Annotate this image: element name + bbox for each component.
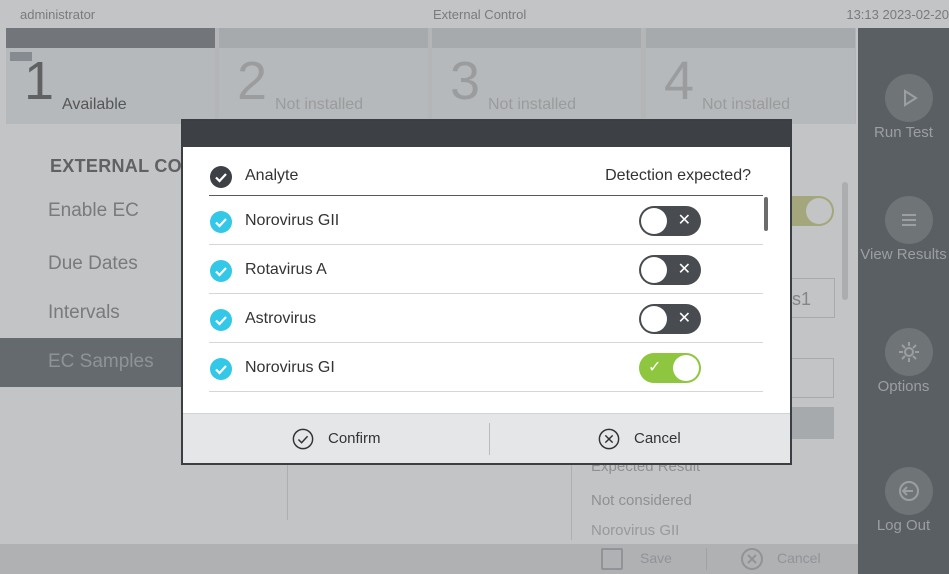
select-all-checkbox-icon[interactable] — [209, 165, 233, 189]
dialog-footer: Confirm Cancel — [183, 413, 790, 463]
cancel-x-icon — [598, 428, 620, 450]
dialog-column-header: Analyte Detection expected? — [209, 154, 763, 196]
analyte-name: Norovirus GI — [245, 359, 335, 376]
analyte-row: Rotavirus A ✕ — [209, 246, 763, 294]
checkbox-checked-icon[interactable] — [209, 357, 233, 381]
cancel-dialog-button[interactable]: Cancel — [490, 414, 790, 464]
confirm-check-icon — [292, 428, 314, 450]
toggle-knob — [641, 257, 667, 283]
x-icon: ✕ — [677, 310, 691, 327]
analyte-name: Rotavirus A — [245, 261, 327, 278]
analyte-column-header: Analyte — [245, 167, 299, 184]
toggle-knob — [641, 306, 667, 332]
toggle-knob — [673, 355, 699, 381]
cancel-label: Cancel — [634, 430, 681, 447]
check-icon: ✓ — [648, 359, 662, 376]
checkbox-checked-icon[interactable] — [209, 308, 233, 332]
detection-toggle[interactable]: ✓ — [639, 353, 701, 383]
confirm-label: Confirm — [328, 430, 381, 447]
x-icon: ✕ — [677, 261, 691, 278]
analyte-name: Astrovirus — [245, 310, 317, 327]
analyte-row: Astrovirus ✕ — [209, 295, 763, 343]
detection-column-header: Detection expected? — [605, 167, 751, 184]
toggle-knob — [641, 208, 667, 234]
checkbox-checked-icon[interactable] — [209, 259, 233, 283]
detection-dialog: Analyte Detection expected? Norovirus GI… — [181, 119, 792, 465]
analyte-row: Norovirus GI ✓ — [209, 344, 763, 392]
detection-toggle[interactable]: ✕ — [639, 206, 701, 236]
x-icon: ✕ — [677, 212, 691, 229]
detection-toggle[interactable]: ✕ — [639, 255, 701, 285]
dialog-scrollbar[interactable] — [764, 197, 768, 231]
analyte-name: Norovirus GII — [245, 212, 340, 229]
detection-toggle[interactable]: ✕ — [639, 304, 701, 334]
dialog-header-bar — [183, 121, 790, 147]
checkbox-checked-icon[interactable] — [209, 210, 233, 234]
confirm-button[interactable]: Confirm — [183, 414, 489, 464]
analyte-row: Norovirus GII ✕ — [209, 197, 763, 245]
